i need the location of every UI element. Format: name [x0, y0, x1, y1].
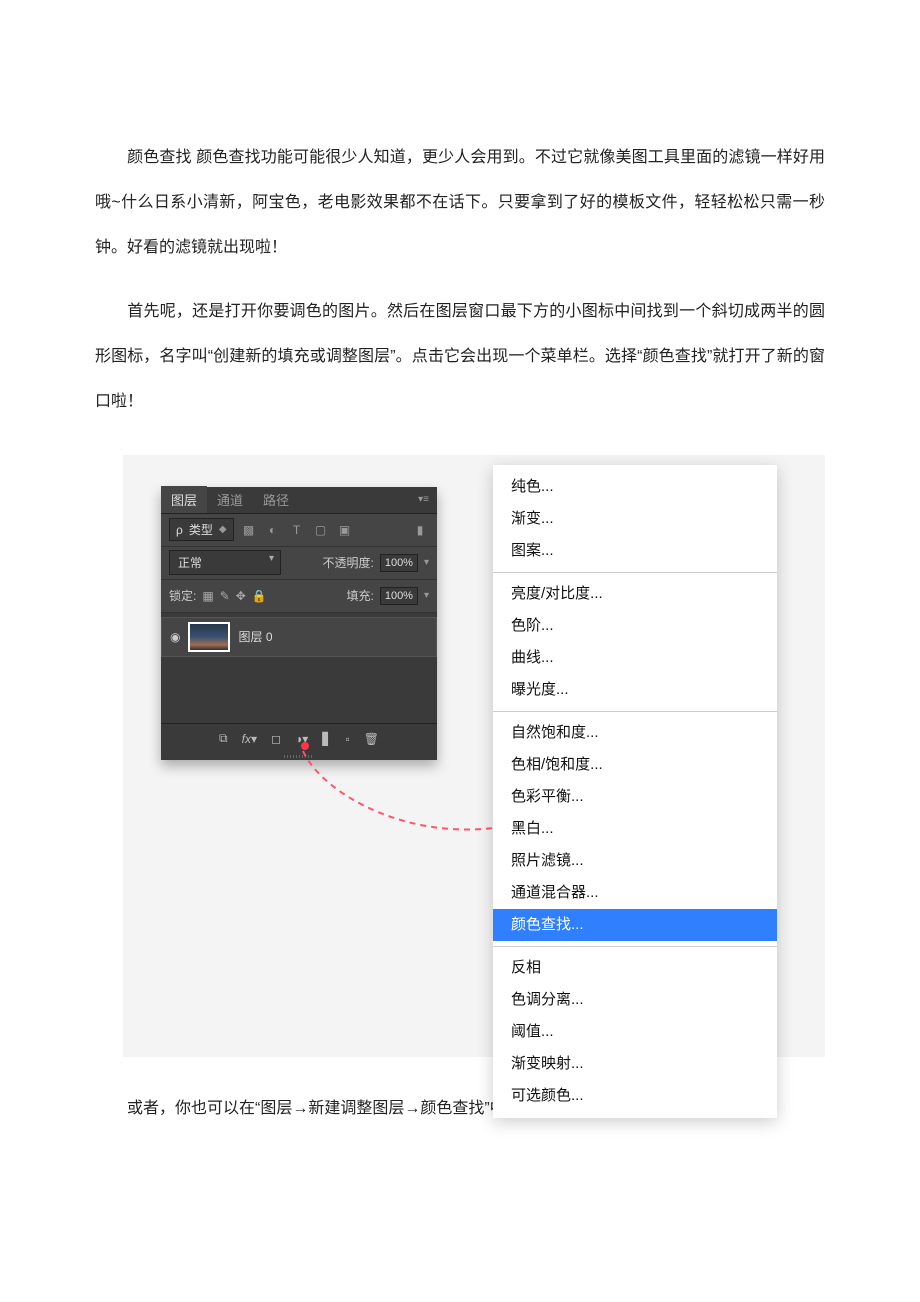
layer-mask-icon[interactable]: ◻: [271, 732, 281, 746]
fill-value[interactable]: 100%: [380, 587, 418, 605]
menu-item[interactable]: 曲线...: [493, 642, 777, 674]
menu-item[interactable]: 反相: [493, 952, 777, 984]
filter-shape-icon[interactable]: ▢: [312, 523, 330, 537]
new-layer-icon[interactable]: ▫: [345, 732, 349, 746]
menu-item[interactable]: 色阶...: [493, 610, 777, 642]
layer-filter-row: ρ 类型 ◆ ▩ ◐ T ▢ ▣ ▮: [161, 514, 437, 547]
layer-style-icon[interactable]: fx▾: [242, 732, 257, 746]
opacity-label: 不透明度:: [322, 554, 373, 571]
menu-item[interactable]: 曝光度...: [493, 674, 777, 706]
filter-smart-icon[interactable]: ▣: [336, 523, 354, 537]
menu-item[interactable]: 阈值...: [493, 1016, 777, 1048]
menu-item[interactable]: 自然饱和度...: [493, 717, 777, 749]
chevron-down-icon: ◆: [219, 524, 227, 535]
menu-separator: [493, 572, 777, 573]
menu-item[interactable]: 纯色...: [493, 471, 777, 503]
menu-item[interactable]: 黑白...: [493, 813, 777, 845]
layers-panel: 图层 通道 路径 ▾≡ ρ 类型 ◆ ▩ ◐ T ▢ ▣ ▮ 正常: [161, 487, 437, 760]
delete-layer-icon[interactable]: 🗑: [364, 732, 379, 746]
filter-type-icon[interactable]: T: [288, 523, 306, 537]
lock-label: 锁定:: [169, 587, 196, 604]
menu-separator: [493, 711, 777, 712]
menu-item[interactable]: 渐变...: [493, 503, 777, 535]
paragraph-1-text: 颜色查找 颜色查找功能可能很少人知道，更少人会用到。不过它就像美图工具里面的滤镜…: [95, 149, 825, 256]
lock-all-icon[interactable]: 🔒: [252, 589, 267, 603]
tab-channels[interactable]: 通道: [207, 486, 253, 513]
lock-paint-icon[interactable]: ✎: [220, 589, 230, 603]
menu-item[interactable]: 图案...: [493, 535, 777, 567]
document-page: 颜色查找 颜色查找功能可能很少人知道，更少人会用到。不过它就像美图工具里面的滤镜…: [0, 0, 920, 1212]
paragraph-1: 颜色查找 颜色查找功能可能很少人知道，更少人会用到。不过它就像美图工具里面的滤镜…: [95, 136, 825, 270]
search-icon: ρ: [176, 523, 183, 537]
filter-type-select[interactable]: ρ 类型 ◆: [169, 518, 234, 541]
opacity-dropdown-icon[interactable]: ▾: [424, 557, 429, 568]
menu-item[interactable]: 亮度/对比度...: [493, 578, 777, 610]
layer-name: 图层 0: [238, 628, 272, 645]
menu-item[interactable]: 可选颜色...: [493, 1080, 777, 1112]
fill-dropdown-icon[interactable]: ▾: [424, 590, 429, 601]
menu-item-color-lookup[interactable]: 颜色查找...: [493, 909, 777, 941]
panel-resize-handle[interactable]: [161, 754, 437, 760]
paragraph-2: 首先呢，还是打开你要调色的图片。然后在图层窗口最下方的小图标中间找到一个斜切成两…: [95, 290, 825, 424]
menu-separator: [493, 946, 777, 947]
blend-mode-value: 正常: [178, 556, 202, 570]
menu-item[interactable]: 色调分离...: [493, 984, 777, 1016]
filter-adjust-icon[interactable]: ◐: [264, 523, 282, 537]
menu-item[interactable]: 色相/饱和度...: [493, 749, 777, 781]
lock-fill-row: 锁定: ▦ ✎ ✥ 🔒 填充: 100% ▾: [161, 580, 437, 613]
blend-mode-select[interactable]: 正常: [169, 550, 281, 575]
filter-toggle-icon[interactable]: ▮: [411, 523, 429, 537]
layer-thumbnail[interactable]: [188, 622, 230, 652]
layers-bottom-toolbar: ⧉ fx▾ ◻ ◑▾ ▋ ▫ 🗑: [161, 723, 437, 754]
menu-item[interactable]: 照片滤镜...: [493, 845, 777, 877]
screenshot-figure: 图层 通道 路径 ▾≡ ρ 类型 ◆ ▩ ◐ T ▢ ▣ ▮ 正常: [123, 455, 825, 1057]
menu-item[interactable]: 通道混合器...: [493, 877, 777, 909]
lock-move-icon[interactable]: ✥: [236, 589, 246, 603]
menu-item[interactable]: 色彩平衡...: [493, 781, 777, 813]
filter-type-label: 类型: [189, 521, 213, 538]
panel-menu-icon[interactable]: ▾≡: [418, 494, 437, 505]
menu-item[interactable]: 渐变映射...: [493, 1048, 777, 1080]
tab-layers[interactable]: 图层: [161, 486, 207, 513]
layer-list: ◉ 图层 0: [161, 613, 437, 723]
fill-label: 填充:: [346, 587, 373, 604]
lock-transparent-icon[interactable]: ▦: [202, 589, 213, 603]
adjustment-layer-menu: 纯色... 渐变... 图案... 亮度/对比度... 色阶... 曲线... …: [493, 465, 777, 1118]
new-group-icon[interactable]: ▋: [322, 732, 331, 746]
link-layers-icon[interactable]: ⧉: [219, 731, 228, 746]
layer-row[interactable]: ◉ 图层 0: [161, 617, 437, 657]
pointer-dot-icon: [301, 742, 309, 750]
tab-paths[interactable]: 路径: [253, 486, 299, 513]
blend-opacity-row: 正常 不透明度: 100% ▾: [161, 547, 437, 580]
filter-pixel-icon[interactable]: ▩: [240, 523, 258, 537]
opacity-value[interactable]: 100%: [380, 554, 418, 572]
paragraph-2-text: 首先呢，还是打开你要调色的图片。然后在图层窗口最下方的小图标中间找到一个斜切成两…: [95, 303, 825, 410]
panel-tabs: 图层 通道 路径 ▾≡: [161, 487, 437, 514]
visibility-eye-icon[interactable]: ◉: [170, 630, 180, 644]
